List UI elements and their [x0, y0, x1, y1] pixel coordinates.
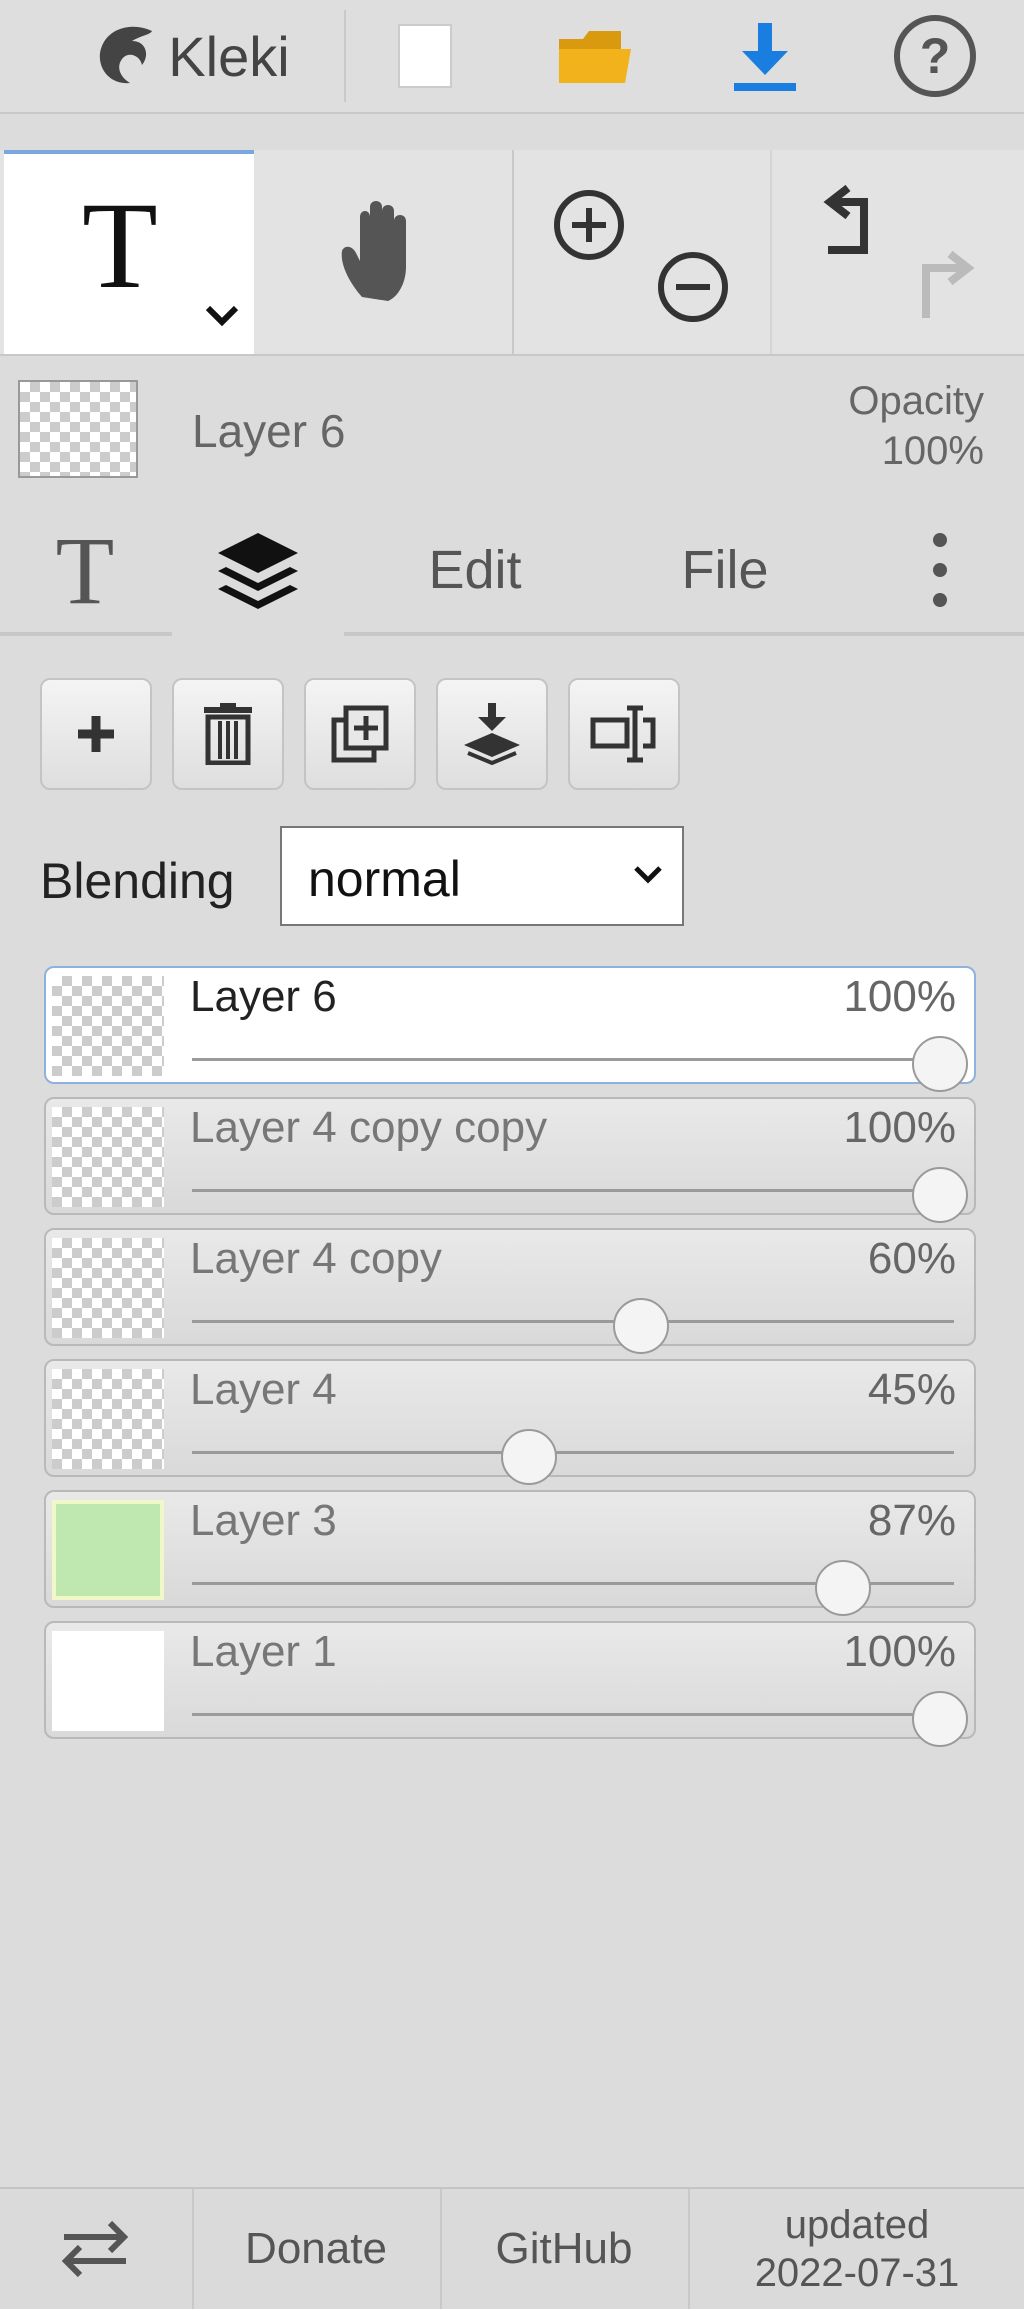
layer-name: Layer 6	[190, 972, 337, 1021]
tab-layers[interactable]	[172, 505, 344, 636]
zoom-out-icon[interactable]	[656, 250, 730, 324]
duplicate-layer-button[interactable]	[304, 678, 416, 790]
layer-item[interactable]: Layer 4 45%	[44, 1359, 976, 1485]
layer-item[interactable]: Layer 1 100%	[44, 1621, 976, 1747]
new-image-button[interactable]	[350, 0, 500, 112]
merge-down-icon	[464, 703, 520, 765]
opacity-slider-handle[interactable]	[912, 1036, 968, 1092]
opacity-slider-track[interactable]	[192, 1058, 954, 1061]
updated-label: updated	[784, 2203, 930, 2247]
save-download-button[interactable]	[690, 0, 840, 112]
plus-icon	[78, 716, 114, 752]
redo-icon[interactable]	[906, 248, 982, 324]
current-layer-opacity: Opacity 100%	[848, 376, 984, 476]
more-vertical-icon	[933, 533, 947, 607]
layer-thumbnail	[52, 1369, 164, 1469]
app-name: Kleki	[168, 24, 290, 88]
tab-brush-label: T	[55, 516, 115, 624]
layer-thumbnail	[52, 1238, 164, 1338]
hand-tool-button[interactable]	[254, 150, 510, 354]
layer-item[interactable]: Layer 6 100%	[44, 966, 976, 1092]
opacity-slider-track[interactable]	[192, 1320, 954, 1323]
layer-item[interactable]: Layer 4 copy copy 100%	[44, 1097, 976, 1223]
open-file-button[interactable]	[520, 0, 670, 112]
opacity-slider-handle[interactable]	[500, 1429, 557, 1485]
layer-opacity: 87%	[867, 1496, 956, 1545]
text-tool-button[interactable]: T	[4, 150, 254, 354]
opacity-label: Opacity	[848, 379, 984, 423]
download-icon	[734, 23, 796, 91]
layer-name: Layer 4	[190, 1365, 337, 1414]
opacity-slider-track[interactable]	[192, 1189, 954, 1192]
blending-label: Blending	[40, 853, 235, 909]
layer-thumbnail	[52, 976, 164, 1076]
chevron-down-icon[interactable]	[204, 304, 240, 328]
layer-opacity: 100%	[843, 1103, 956, 1152]
layer-thumbnail	[52, 1500, 164, 1600]
blending-value: normal	[308, 851, 461, 907]
layer-item[interactable]: Layer 4 copy 60%	[44, 1228, 976, 1354]
rename-layer-button[interactable]	[568, 678, 680, 790]
footer: Donate GitHub updated 2022-07-31	[0, 2187, 1024, 2309]
tab-file-label: File	[681, 540, 769, 600]
duplicate-icon	[331, 705, 389, 763]
opacity-slider-track[interactable]	[192, 1451, 954, 1454]
current-layer-preview	[18, 380, 138, 478]
layer-opacity: 100%	[843, 972, 956, 1021]
blending-select[interactable]: normal	[280, 826, 684, 926]
tab-brush[interactable]: T	[0, 505, 170, 635]
chevron-down-icon	[634, 866, 662, 884]
merge-layer-button[interactable]	[436, 678, 548, 790]
current-layer-name: Layer 6	[192, 405, 346, 457]
rename-icon	[590, 705, 656, 763]
swap-icon	[61, 2220, 129, 2278]
layer-name: Layer 3	[190, 1496, 337, 1545]
zoom-in-icon[interactable]	[552, 188, 626, 262]
tab-edit[interactable]: Edit	[380, 505, 570, 635]
layer-name: Layer 4 copy	[190, 1234, 442, 1283]
tab-edit-label: Edit	[428, 540, 522, 600]
changelog-link[interactable]: updated 2022-07-31	[690, 2189, 1024, 2309]
donate-label: Donate	[245, 2224, 387, 2273]
github-link[interactable]: GitHub	[442, 2189, 686, 2309]
layer-thumbnail	[52, 1107, 164, 1207]
layer-name: Layer 1	[190, 1627, 337, 1676]
trash-icon	[204, 703, 252, 765]
opacity-slider-handle[interactable]	[814, 1560, 871, 1616]
kleki-logo[interactable]: Kleki	[40, 0, 340, 112]
layer-item[interactable]: Layer 3 87%	[44, 1490, 976, 1616]
opacity-value: 100%	[881, 429, 984, 473]
layer-opacity: 45%	[867, 1365, 956, 1414]
opacity-slider-track[interactable]	[192, 1713, 954, 1716]
tab-file[interactable]: File	[630, 505, 820, 635]
updated-date: 2022-07-31	[754, 2251, 960, 2295]
layer-opacity: 100%	[843, 1627, 956, 1676]
layer-opacity: 60%	[867, 1234, 956, 1283]
help-button[interactable]: ?	[860, 0, 1010, 112]
top-toolbar: Kleki ?	[0, 0, 1024, 114]
opacity-slider-handle[interactable]	[912, 1691, 968, 1747]
undo-icon[interactable]	[808, 182, 884, 258]
layer-thumbnail	[52, 1631, 164, 1731]
delete-layer-button[interactable]	[172, 678, 284, 790]
add-layer-button[interactable]	[40, 678, 152, 790]
swap-side-button[interactable]	[0, 2189, 190, 2309]
folder-icon	[559, 31, 631, 83]
kleki-logo-icon	[100, 26, 153, 84]
opacity-slider-handle[interactable]	[912, 1167, 968, 1223]
layers-icon	[218, 532, 298, 609]
svg-text:?: ?	[920, 28, 951, 84]
opacity-slider-handle[interactable]	[612, 1298, 669, 1354]
text-tool-icon: T	[82, 177, 158, 314]
hand-icon	[341, 201, 406, 301]
layer-name: Layer 4 copy copy	[190, 1103, 548, 1152]
tool-row: T	[0, 150, 1024, 356]
help-icon: ?	[894, 15, 976, 97]
github-label: GitHub	[495, 2224, 633, 2273]
more-menu-button[interactable]	[900, 505, 980, 635]
donate-link[interactable]: Donate	[194, 2189, 438, 2309]
new-file-icon	[398, 24, 452, 88]
